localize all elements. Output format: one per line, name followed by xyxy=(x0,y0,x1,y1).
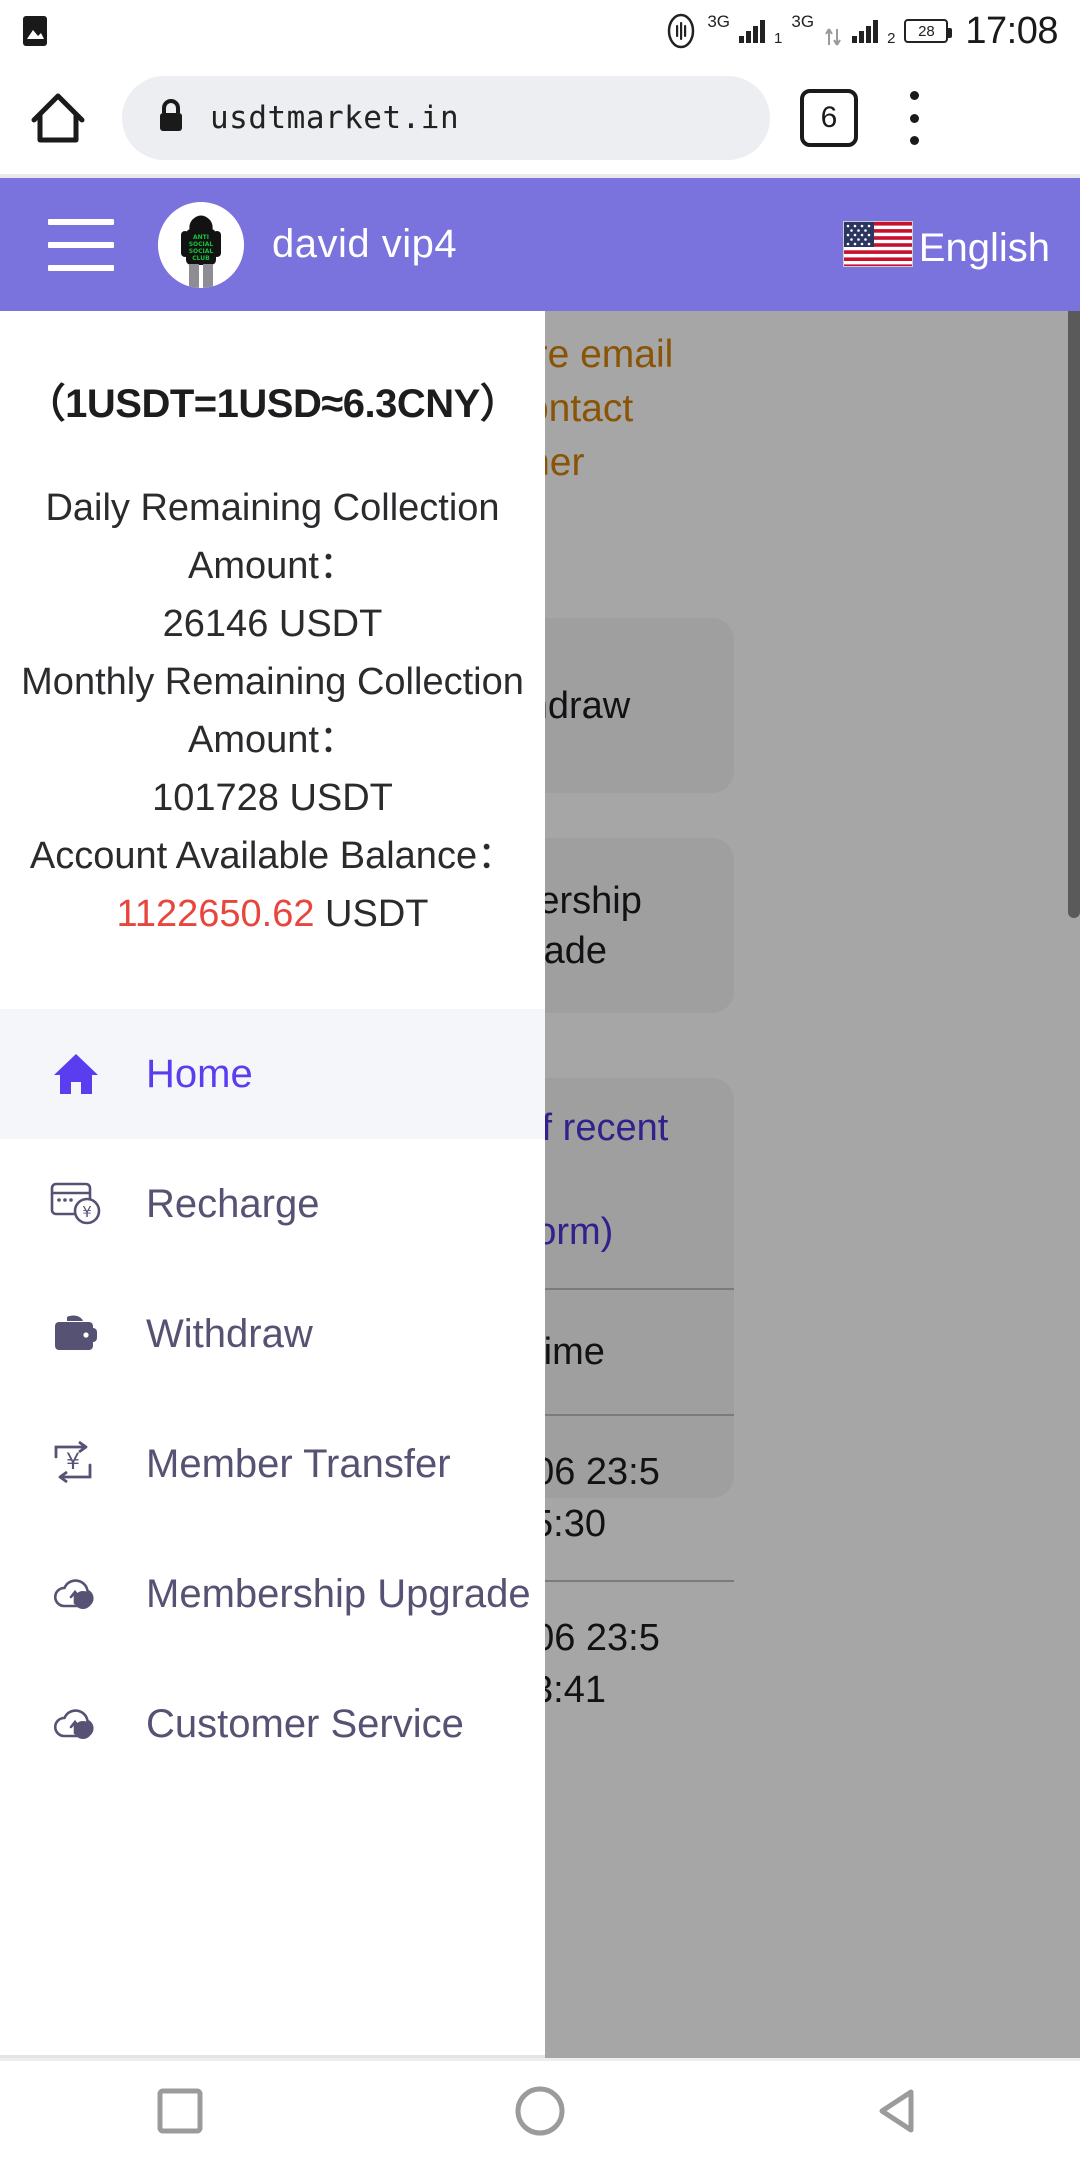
drawer-bottom-divider xyxy=(0,2055,545,2058)
vibrate-icon xyxy=(664,12,698,50)
sim2-signal-icon xyxy=(852,19,879,43)
exchange-rate-label: （1USDT=1USD≈6.3CNY） xyxy=(25,382,520,426)
sidebar-item-member-transfer[interactable]: ¥ Member Transfer xyxy=(0,1399,545,1529)
language-label: English xyxy=(918,225,1050,270)
circle-icon[interactable] xyxy=(492,2063,588,2159)
monthly-remaining-label: Monthly Remaining Collection Amount： xyxy=(21,661,524,761)
android-navigation-bar xyxy=(0,2058,1080,2160)
language-selector[interactable]: English xyxy=(842,220,1050,270)
sidebar-item-membership-upgrade[interactable]: Membership Upgrade xyxy=(0,1529,545,1659)
balance-summary: Daily Remaining Collection Amount： 26146… xyxy=(0,479,545,943)
cloud-upload-icon xyxy=(48,1566,104,1622)
url-bar[interactable]: usdtmarket.in xyxy=(122,76,770,160)
web-page-viewport: ur secure email nly contact other ithdra… xyxy=(0,178,1080,2058)
account-balance-unit: USDT xyxy=(314,893,429,935)
account-balance-label: Account Available Balance： xyxy=(29,835,516,877)
app-top-bar-foreground: ANTI SOCIAL SOCIAL CLUB david vip4 Engli… xyxy=(0,178,1080,311)
battery-icon: 28 xyxy=(904,19,953,43)
sidebar-item-label: Withdraw xyxy=(146,1311,313,1356)
sidebar-item-label: Membership Upgrade xyxy=(146,1571,531,1616)
tab-count-label: 6 xyxy=(820,101,838,134)
us-flag-icon xyxy=(842,220,913,267)
sim2-network-label: 3G xyxy=(791,12,815,31)
sim1-signal-icon xyxy=(739,19,766,43)
battery-percent-label: 28 xyxy=(918,22,935,40)
avatar[interactable]: ANTI SOCIAL SOCIAL CLUB xyxy=(158,201,244,288)
monthly-remaining-value: 101728 USDT xyxy=(152,777,393,819)
sidebar-item-recharge[interactable]: ¥ Recharge xyxy=(0,1139,545,1269)
account-balance-row: 1122650.62 USDT xyxy=(12,885,533,943)
sidebar-item-label: Member Transfer xyxy=(146,1441,451,1486)
daily-remaining-label: Daily Remaining Collection Amount： xyxy=(45,487,500,587)
browser-home-button[interactable] xyxy=(26,86,90,150)
card-yen-icon: ¥ xyxy=(48,1176,104,1232)
sidebar-item-withdraw[interactable]: Withdraw xyxy=(0,1269,545,1399)
square-icon[interactable] xyxy=(132,2063,228,2159)
sidebar-item-label: Home xyxy=(146,1051,253,1096)
svg-text:ANTI: ANTI xyxy=(193,234,209,241)
tab-counter-button[interactable]: 6 xyxy=(800,89,858,147)
browser-toolbar: usdtmarket.in 6 xyxy=(0,62,1080,174)
hamburger-icon[interactable] xyxy=(48,218,114,271)
sim1-network-label: 3G xyxy=(707,12,731,31)
clock-label: 17:08 xyxy=(965,9,1058,52)
home-icon xyxy=(48,1046,104,1102)
account-balance-value: 1122650.62 xyxy=(116,893,315,935)
android-status-bar: 3G 1 3G 2 28 17:08 xyxy=(0,0,1080,62)
svg-text:SOCIAL: SOCIAL xyxy=(189,241,214,248)
sim1-index-label: 1 xyxy=(774,29,783,47)
phone-screen: 3G 1 3G 2 28 17:08 usdtmarket.in 6 email… xyxy=(0,0,1080,2160)
navigation-drawer: （1USDT=1USD≈6.3CNY） Daily Remaining Coll… xyxy=(0,178,545,2058)
url-text: usdtmarket.in xyxy=(210,100,460,136)
drawer-menu: Home ¥ Recharge Withdraw ¥ Member Transf… xyxy=(0,1009,545,1789)
svg-text:CLUB: CLUB xyxy=(192,255,210,262)
svg-text:SOCIAL: SOCIAL xyxy=(189,248,214,255)
sidebar-item-label: Recharge xyxy=(146,1181,320,1226)
image-icon xyxy=(22,15,48,47)
sidebar-item-home[interactable]: Home xyxy=(0,1009,545,1139)
sim2-index-label: 2 xyxy=(887,29,896,47)
username-label: david vip4 xyxy=(272,222,458,266)
cloud-upload-icon xyxy=(48,1696,104,1752)
lock-icon xyxy=(156,98,186,139)
overflow-menu-icon[interactable] xyxy=(892,87,936,149)
wallet-icon xyxy=(48,1306,104,1362)
svg-text:¥: ¥ xyxy=(82,1203,92,1221)
sidebar-item-label: Customer Service xyxy=(146,1701,464,1746)
triangle-back-icon[interactable] xyxy=(852,2063,948,2159)
transfer-yen-icon: ¥ xyxy=(48,1436,104,1492)
data-transfer-icon xyxy=(823,25,843,49)
sidebar-item-customer-service[interactable]: Customer Service xyxy=(0,1659,545,1789)
daily-remaining-value: 26146 USDT xyxy=(162,603,383,645)
svg-text:¥: ¥ xyxy=(66,1450,80,1475)
